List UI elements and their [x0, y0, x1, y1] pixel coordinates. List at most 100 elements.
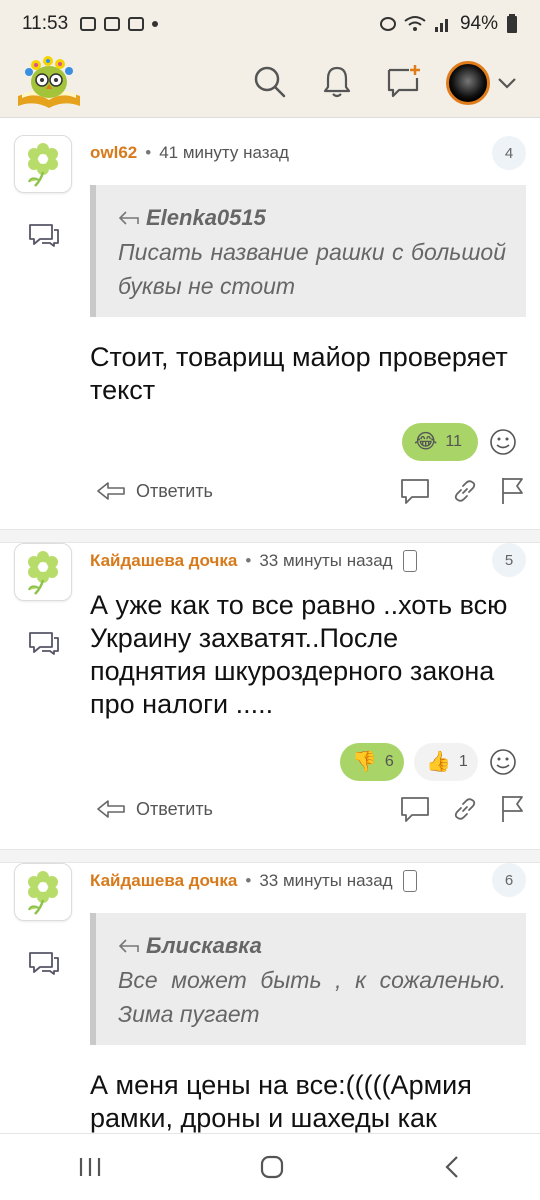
home-icon[interactable] [259, 1154, 285, 1180]
wifi-icon [404, 16, 426, 31]
more-notifications-icon [152, 21, 159, 27]
alarm-clock-icon [379, 17, 396, 31]
comment-item: Кайдашева дочка • 33 минуты назад 5 А уж… [0, 543, 540, 849]
reply-icon [97, 482, 125, 500]
gallery-icon [104, 17, 121, 31]
user-avatar [446, 61, 490, 105]
recent-apps-icon[interactable] [78, 1156, 102, 1178]
mobile-device-icon [402, 550, 417, 572]
separator-dot: • [245, 871, 252, 890]
back-icon[interactable] [442, 1155, 462, 1179]
comment-icon[interactable] [400, 477, 430, 505]
reactions-bar: 👎 6 👍 1 [340, 743, 518, 781]
new-post-button[interactable] [380, 58, 428, 106]
app-notification-icon [128, 17, 145, 31]
book-owl-logo[interactable] [14, 52, 84, 112]
alarm-icon [80, 17, 97, 31]
chevron-down-icon [498, 78, 516, 89]
flag-icon[interactable] [500, 476, 526, 506]
comment-bubble-icon [28, 951, 60, 975]
notifications-button[interactable] [313, 58, 361, 106]
thumbs-down-emoji-icon: 👎 [352, 751, 377, 773]
quote-block[interactable]: Блискавка Все может быть , к сожаленью. … [90, 913, 526, 1045]
comment-header: Кайдашева дочка • 33 минуты назад [90, 547, 417, 575]
search-icon [254, 66, 286, 98]
reply-arrow-icon [118, 211, 139, 225]
flower-icon [28, 551, 58, 595]
quote-author: Блискавка [146, 933, 262, 958]
comment-author[interactable]: Кайдашева дочка [90, 871, 237, 891]
system-navigation-bar [0, 1133, 540, 1200]
flower-icon [28, 871, 58, 915]
comment-number[interactable]: 6 [492, 863, 526, 897]
flag-icon[interactable] [500, 794, 526, 824]
quote-author-row: Блискавка [118, 929, 506, 963]
comment-divider [0, 529, 540, 543]
separator-dot: • [145, 143, 152, 162]
reactions-bar: 😂 11 [402, 423, 518, 461]
separator-dot: • [245, 551, 252, 570]
comment-header: Кайдашева дочка • 33 минуты назад [90, 867, 417, 895]
quote-block[interactable]: Elenka0515 Писать название рашки с больш… [90, 185, 526, 317]
bell-icon [323, 66, 351, 98]
comment-actions: Ответить [96, 789, 526, 829]
comment-time[interactable]: 41 минуту назад [159, 143, 289, 163]
comment-number[interactable]: 5 [492, 543, 526, 577]
comment-item: owl62 • 41 минуту назад 4 Elenka0515 Пис… [0, 119, 540, 529]
search-button[interactable] [246, 58, 294, 106]
comment-actions: Ответить [96, 471, 526, 511]
system-icons: 94% [379, 13, 518, 35]
add-reaction-button[interactable] [488, 427, 518, 457]
comment-author[interactable]: Кайдашева дочка [90, 551, 237, 571]
comment-bubble-icon [28, 631, 60, 655]
quote-text: Все может быть , к сожаленью. Зима пугае… [118, 967, 506, 1027]
reaction-dislike[interactable]: 👎 6 [340, 743, 404, 781]
reaction-like[interactable]: 👍 1 [414, 743, 478, 781]
comment-time[interactable]: 33 минуты назад [259, 871, 392, 891]
battery-percent: 94% [459, 13, 498, 34]
comment-time[interactable]: 33 минуты назад [259, 551, 392, 571]
comment-item: Кайдашева дочка • 33 минуты назад 6 Блис… [0, 863, 540, 1133]
reply-button[interactable]: Ответить [96, 481, 213, 502]
reaction-laugh[interactable]: 😂 11 [402, 423, 478, 461]
mobile-device-icon [402, 870, 417, 892]
action-icons [400, 476, 526, 506]
add-reaction-button[interactable] [488, 747, 518, 777]
comment-author[interactable]: owl62 [90, 143, 137, 163]
comment-header: owl62 • 41 минуту назад [90, 139, 289, 167]
reply-arrow-icon [118, 939, 139, 953]
comment-text: А уже как то все равно ..хоть всю Украин… [90, 590, 508, 719]
smile-icon [490, 749, 516, 775]
link-icon[interactable] [452, 796, 478, 822]
author-avatar[interactable] [14, 863, 72, 921]
reply-icon [97, 800, 125, 818]
quote-author-row: Elenka0515 [118, 201, 506, 235]
link-icon[interactable] [452, 478, 478, 504]
comments-feed[interactable]: owl62 • 41 минуту назад 4 Elenka0515 Пис… [0, 119, 540, 1133]
quote-text: Писать название рашки с большой буквы не… [118, 239, 506, 299]
reply-button[interactable]: Ответить [96, 799, 213, 820]
notification-icons [80, 17, 159, 31]
flower-icon [28, 143, 58, 187]
comment-divider [0, 849, 540, 863]
status-bar: 11:53 94% [0, 0, 540, 48]
signal-icon [434, 19, 448, 32]
author-avatar[interactable] [14, 543, 72, 601]
author-avatar[interactable] [14, 135, 72, 193]
app-header [0, 48, 540, 118]
comment-icon[interactable] [400, 795, 430, 823]
laugh-emoji-icon: 😂 [414, 431, 438, 453]
quote-author: Elenka0515 [146, 205, 266, 230]
reaction-count: 1 [458, 753, 468, 770]
reaction-count: 11 [445, 433, 462, 450]
comment-number[interactable]: 4 [492, 136, 526, 170]
status-time: 11:53 [22, 13, 69, 34]
reply-label: Ответить [136, 480, 213, 501]
comment-text: Стоит, товарищ майор проверяет текст [90, 342, 508, 405]
reaction-count: 6 [384, 753, 394, 770]
comment-text: А меня цены на все:(((((Армия рамки, дро… [90, 1070, 472, 1133]
action-icons [400, 794, 526, 824]
reply-label: Ответить [136, 798, 213, 819]
comment-bubble-icon [28, 223, 60, 247]
profile-menu-button[interactable] [446, 60, 522, 106]
